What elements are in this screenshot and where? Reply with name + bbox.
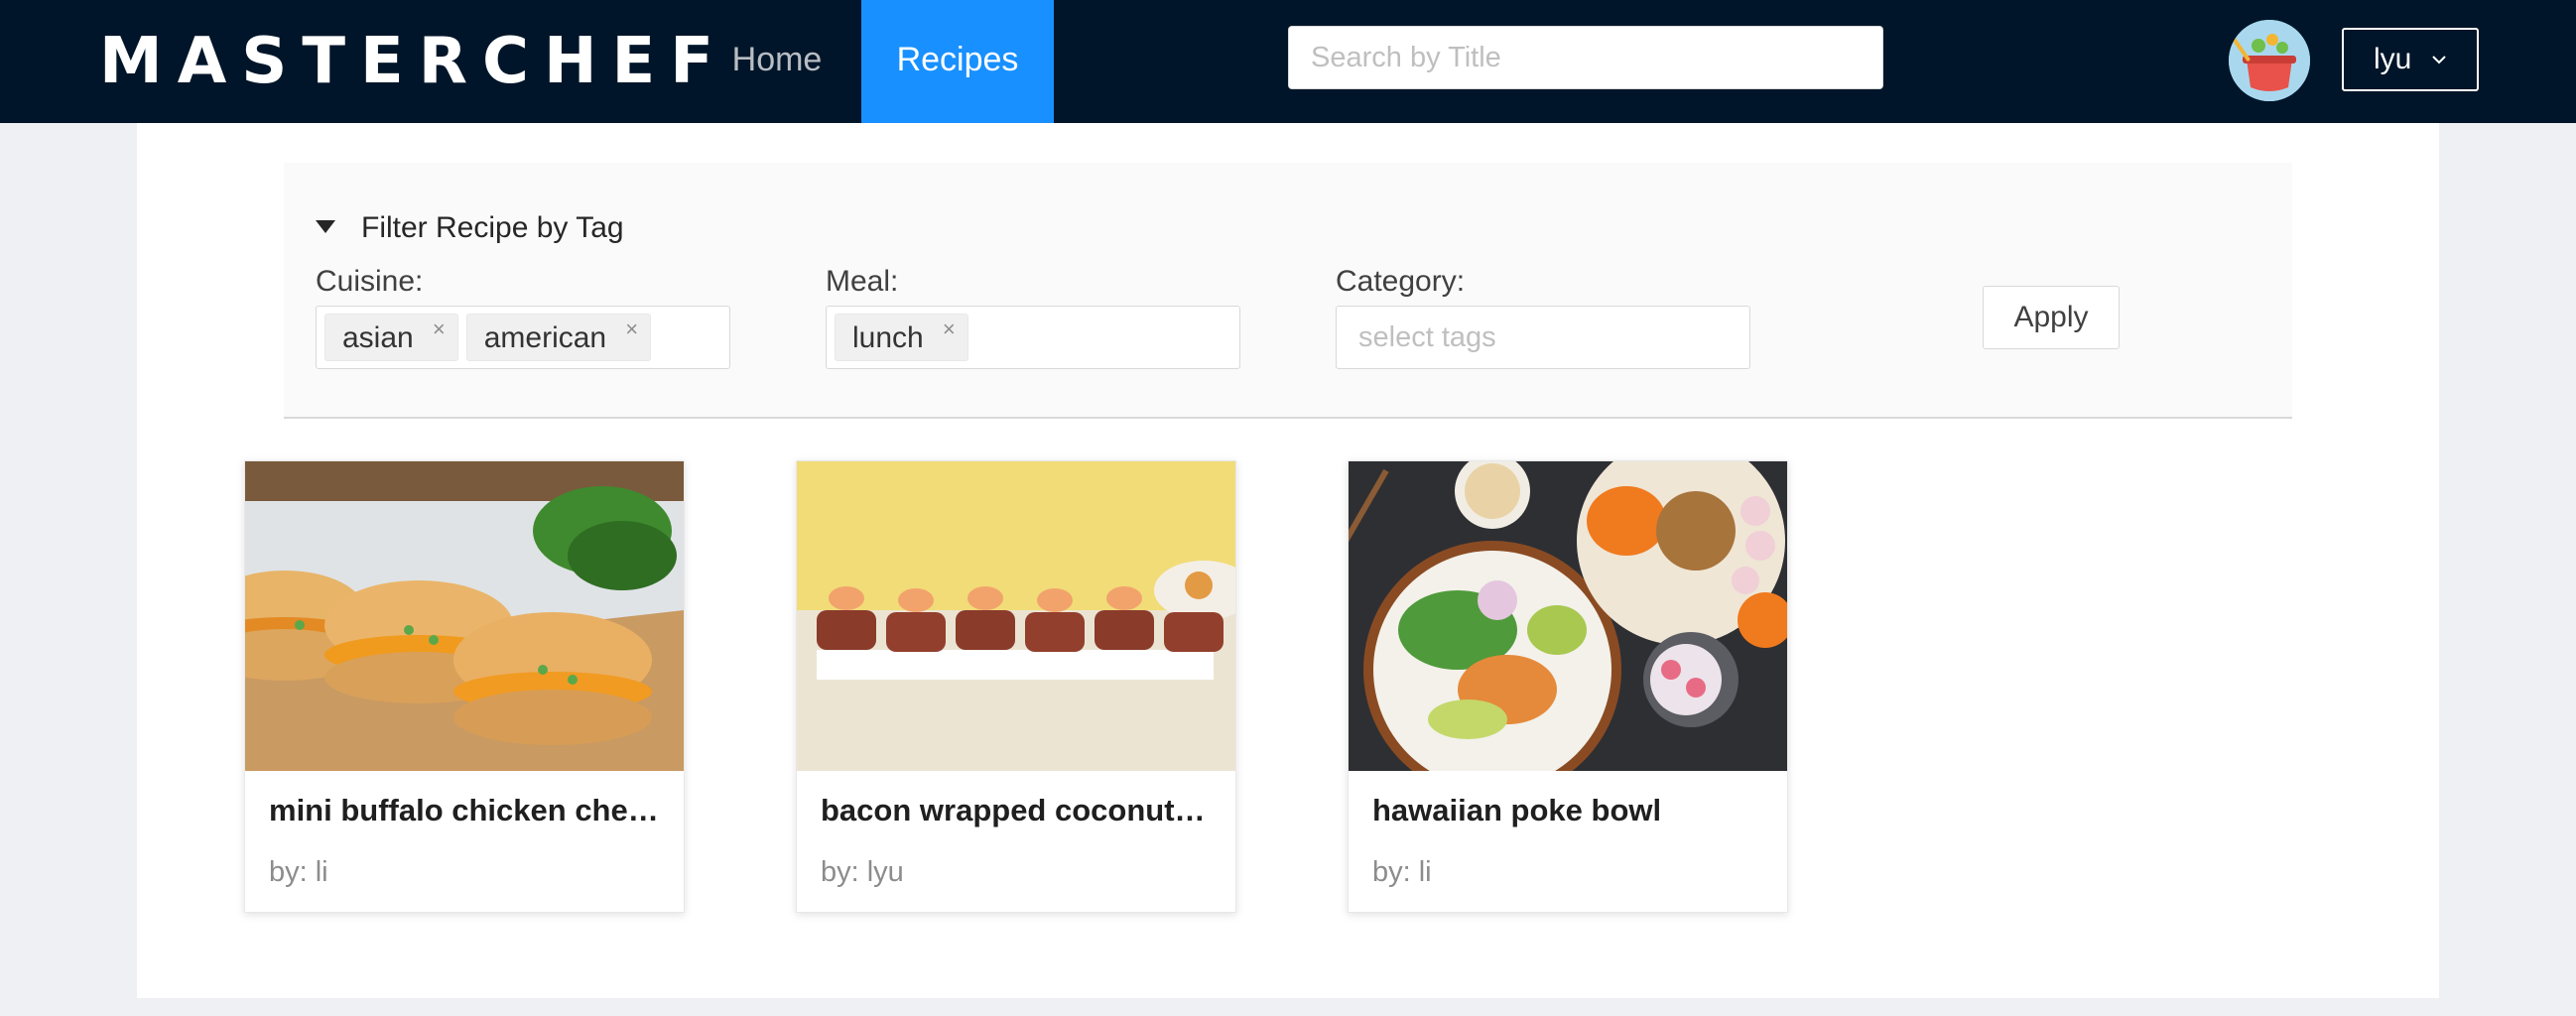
brand-logo[interactable]: MASTERCHEF	[99, 26, 728, 97]
filter-header-label: Filter Recipe by Tag	[361, 211, 624, 244]
recipe-image	[1349, 461, 1787, 771]
category-label: Category:	[1336, 265, 1466, 298]
avatar[interactable]	[2229, 20, 2310, 101]
top-navbar: MASTERCHEF Home Recipes lyu	[0, 0, 2576, 123]
recipe-author: by: li	[269, 856, 328, 888]
category-placeholder: select tags	[1358, 321, 1496, 353]
tag-label: asian	[342, 321, 414, 354]
cuisine-label: Cuisine:	[316, 265, 424, 298]
user-name: lyu	[2374, 43, 2412, 75]
recipe-author: by: lyu	[821, 856, 904, 888]
nav-recipes[interactable]: Recipes	[861, 0, 1054, 123]
tag-chip: american ×	[465, 314, 652, 361]
user-menu-button[interactable]: lyu	[2342, 28, 2479, 91]
recipe-title: bacon wrapped coconut qu	[821, 793, 1214, 827]
search-input[interactable]	[1288, 26, 1883, 89]
meal-select[interactable]: lunch ×	[826, 306, 1240, 369]
recipe-card[interactable]: bacon wrapped coconut qu by: lyu	[796, 460, 1236, 913]
nav-home[interactable]: Home	[707, 0, 847, 123]
chevron-down-icon	[2432, 56, 2446, 64]
recipe-image	[797, 461, 1235, 771]
recipe-title: hawaiian poke bowl	[1372, 793, 1662, 827]
recipe-image	[245, 461, 684, 771]
filter-panel: Filter Recipe by Tag Cuisine: asian × am…	[284, 163, 2292, 419]
apply-button[interactable]: Apply	[1983, 286, 2120, 349]
cuisine-select[interactable]: asian × american ×	[316, 306, 730, 369]
tag-label: lunch	[852, 321, 924, 354]
caret-down-icon	[316, 219, 335, 233]
tag-chip: asian ×	[324, 314, 458, 361]
cooking-pot-icon	[2229, 20, 2310, 101]
recipe-title: mini buffalo chicken cheesesteak sliders	[269, 793, 662, 827]
tag-chip: lunch ×	[835, 314, 968, 361]
meal-label: Meal:	[826, 265, 899, 298]
close-icon[interactable]: ×	[625, 318, 638, 340]
category-select[interactable]: select tags	[1336, 306, 1750, 369]
recipe-card[interactable]: mini buffalo chicken cheesesteak sliders…	[244, 460, 685, 913]
main-content: Filter Recipe by Tag Cuisine: asian × am…	[137, 123, 2439, 998]
close-icon[interactable]: ×	[943, 318, 956, 340]
filter-toggle[interactable]: Filter Recipe by Tag	[316, 208, 624, 248]
recipe-author: by: li	[1372, 856, 1432, 888]
recipe-card[interactable]: hawaiian poke bowl by: li	[1348, 460, 1788, 913]
close-icon[interactable]: ×	[433, 318, 446, 340]
tag-label: american	[483, 321, 607, 354]
